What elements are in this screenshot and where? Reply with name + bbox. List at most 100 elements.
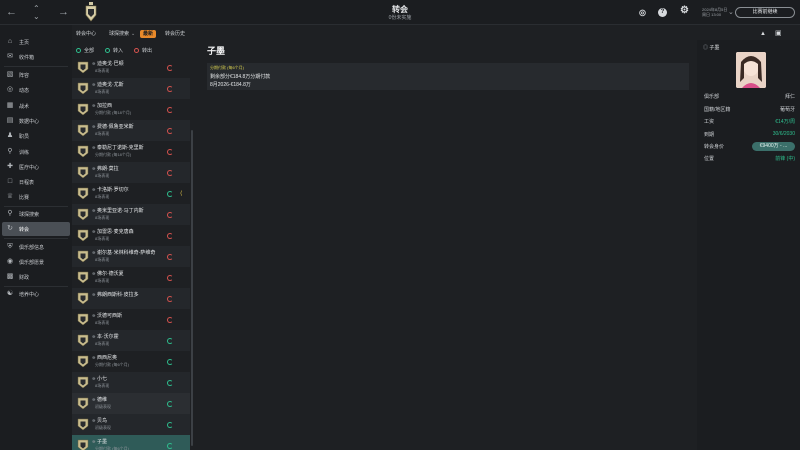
- position-icon: ☸: [92, 376, 96, 381]
- filter-all[interactable]: 全部: [76, 47, 94, 54]
- player-name[interactable]: 迪奥戈·巴顿: [97, 60, 124, 67]
- continue-button[interactable]: 比赛前继续: [735, 7, 795, 18]
- player-name[interactable]: 小七: [97, 375, 107, 382]
- club-badge-icon: [77, 103, 89, 116]
- transfer-list-item[interactable]: ☸ 迪奥戈·尤斯 8场表现: [72, 78, 190, 99]
- tab-transfer-history[interactable]: 转会历史: [165, 30, 185, 38]
- nav-item-inbox[interactable]: ✉ 收件箱: [2, 50, 70, 64]
- transfer-list-item[interactable]: ☸ 谢尔基·米林科维奇-萨维奇 8场表现: [72, 246, 190, 267]
- transfer-list-item[interactable]: ☸ 西西尼奥 分期付款 (每6个月): [72, 351, 190, 372]
- camera-icon[interactable]: ▣: [775, 30, 782, 38]
- profile-header[interactable]: ◎ 子墨: [703, 44, 719, 51]
- transfer-list-item[interactable]: ☸ 沃德可西斯 8场表现: [72, 309, 190, 330]
- player-name[interactable]: 加拉西: [97, 102, 112, 109]
- nav-item-development[interactable]: ☯ 培养中心: [2, 287, 70, 301]
- transfer-list-item[interactable]: ☸ 德维 初级表现: [72, 393, 190, 414]
- player-name[interactable]: 卡洛斯·罗切尔: [97, 186, 129, 193]
- profile-value-nationality[interactable]: 葡萄牙: [780, 106, 795, 113]
- club-badge-icon: [77, 145, 89, 158]
- filter-incoming[interactable]: 转入: [105, 47, 123, 54]
- transfer-list-item[interactable]: ☸ 贝鸟 初级表现: [72, 414, 190, 435]
- transfer-list-item[interactable]: ☸ 本·沃尔霍 8场表现: [72, 330, 190, 351]
- help-icon[interactable]: ?: [658, 8, 667, 17]
- collapse-chevron-icon[interactable]: ⟨: [180, 190, 182, 197]
- nav-item-dynamics[interactable]: ◎ 动态: [2, 83, 70, 97]
- position-icon: ☸: [92, 439, 96, 444]
- player-name[interactable]: 德维: [97, 396, 107, 403]
- transfer-list-item[interactable]: ☸ 泰勒尼丁诺斯-克里斯 分期付款 (每18个月): [72, 141, 190, 162]
- filter-outgoing[interactable]: 转出: [134, 47, 152, 54]
- transfer-list-item[interactable]: ☸ 弗朗·莫拉 8场表现: [72, 162, 190, 183]
- inbox-icon: ✉: [7, 53, 13, 60]
- player-name[interactable]: 迪奥戈·尤斯: [97, 81, 124, 88]
- transfer-terms: 初级表现: [95, 425, 111, 430]
- transfer-value-pill[interactable]: €9400万 - ...: [752, 142, 795, 151]
- nav-item-competitions[interactable]: ♕ 比赛: [2, 190, 70, 204]
- player-name[interactable]: 本·沃尔霍: [97, 333, 119, 340]
- nav-item-data-hub[interactable]: ▤ 数据中心: [2, 114, 70, 128]
- position-icon: ☸: [92, 334, 96, 339]
- squad-icon: ▧: [6, 71, 14, 78]
- player-name[interactable]: 弗朗西斯科·皮拉多: [97, 291, 139, 298]
- tab-latest[interactable]: 最新: [140, 30, 157, 38]
- profile-value-club[interactable]: 拜仁: [785, 93, 795, 100]
- player-name[interactable]: 泰勒尼丁诺斯-克里斯: [97, 144, 144, 151]
- nav-item-home[interactable]: ⌂ 主页: [2, 35, 70, 49]
- chevron-down-icon[interactable]: ⌄: [728, 6, 734, 20]
- nav-item-training[interactable]: ⚲ 训练: [2, 145, 70, 159]
- nav-item-scouting[interactable]: ⚲ 球探搜索: [2, 207, 70, 221]
- club-badge-icon: [77, 271, 89, 284]
- transfer-list-item[interactable]: ☸ 加雷思·麦克唐森 8场表现: [72, 225, 190, 246]
- club-badge-icon: [77, 166, 89, 179]
- club-badge-icon: [77, 313, 89, 326]
- transfer-list-item[interactable]: ☸ 加拉西 分期付款 (每18个月): [72, 99, 190, 120]
- player-name[interactable]: 加雷思·麦克唐森: [97, 228, 134, 235]
- transfer-terms: 分期付款 (每6个月): [95, 446, 129, 450]
- settings-gear-icon[interactable]: ⚙: [680, 6, 689, 16]
- tab-transfer-centre[interactable]: 转会中心: [76, 30, 96, 38]
- transfer-list-item[interactable]: ☸ 迪奥戈·巴顿 8场表现: [72, 58, 190, 78]
- tactics-icon: ▦: [6, 102, 14, 109]
- player-name[interactable]: 贝鸟: [97, 417, 107, 424]
- transfer-list-item[interactable]: ☸ 佛尔·德沃夏 8场表现: [72, 267, 190, 288]
- transfer-list-item[interactable]: ☸ 卡洛斯·罗切尔 8场表现 ⟨: [72, 183, 190, 204]
- transfer-list[interactable]: ☸ 迪奥戈·巴顿 8场表现 ☸ 迪奥戈·尤斯 8场表现 ☸ 加拉西 分期付款 (每18个月) ☸ 费…: [72, 58, 190, 450]
- player-name[interactable]: 奥米里亚诺·马丁内斯: [97, 207, 144, 214]
- nav-item-finances[interactable]: ▩ 财政: [2, 270, 70, 284]
- club-badge-icon: [77, 124, 89, 137]
- player-name[interactable]: 弗朗·莫拉: [97, 165, 119, 172]
- nav-item-transfers[interactable]: ↻ 转会: [2, 222, 70, 236]
- transfer-list-item[interactable]: ☸ 费德·佩鲁亚米斯 8场表现: [72, 120, 190, 141]
- position-icon: ☸: [92, 103, 96, 108]
- transfer-list-item[interactable]: ☸ 子墨 分期付款 (每6个月): [72, 435, 190, 450]
- club-badge-icon: [77, 376, 89, 389]
- feedback-icon[interactable]: ◎: [638, 8, 647, 17]
- nav-item-label: 主页: [19, 40, 30, 46]
- transfer-terms: 8场表现: [95, 341, 110, 346]
- transfer-list-item[interactable]: ☸ 奥米里亚诺·马丁内斯 8场表现: [72, 204, 190, 225]
- position-icon: ☸: [92, 397, 96, 402]
- transfer-list-item[interactable]: ☸ 弗朗西斯科·皮拉多: [72, 288, 190, 309]
- player-name[interactable]: 子墨: [97, 438, 107, 445]
- transfer-terms: 8场表现: [95, 236, 110, 241]
- nav-item-squad[interactable]: ▧ 阵容: [2, 68, 70, 82]
- club-badge-icon: [77, 418, 89, 431]
- nav-item-club-vision[interactable]: ◉ 俱乐部愿景: [2, 255, 70, 269]
- player-name[interactable]: 费德·佩鲁亚米斯: [97, 123, 134, 130]
- player-name[interactable]: 西西尼奥: [97, 354, 117, 361]
- nav-item-tactics[interactable]: ▦ 战术: [2, 99, 70, 113]
- home-shortcut-icon[interactable]: ▲: [760, 30, 766, 38]
- scouting-dropdown-icon[interactable]: ⌄: [131, 30, 135, 38]
- nav-item-club-info[interactable]: ⛨ 俱乐部信息: [2, 240, 70, 254]
- nav-item-schedule[interactable]: □ 日程表: [2, 175, 70, 189]
- transfer-terms: 8场表现: [95, 215, 110, 220]
- tab-scouting[interactable]: 球探搜索: [109, 30, 129, 38]
- nav-item-staff[interactable]: ♟ 职员: [2, 129, 70, 143]
- player-name[interactable]: 佛尔·德沃夏: [97, 270, 124, 277]
- transfer-list-item[interactable]: ☸ 小七 8场表现: [72, 372, 190, 393]
- nav-item-medical[interactable]: ✚ 医疗中心: [2, 160, 70, 174]
- transfers-icon: ↻: [7, 225, 13, 232]
- player-name[interactable]: 沃德可西斯: [97, 312, 122, 319]
- player-name[interactable]: 谢尔基·米林科维奇-萨维奇: [97, 249, 155, 256]
- list-scrollbar[interactable]: [191, 130, 193, 446]
